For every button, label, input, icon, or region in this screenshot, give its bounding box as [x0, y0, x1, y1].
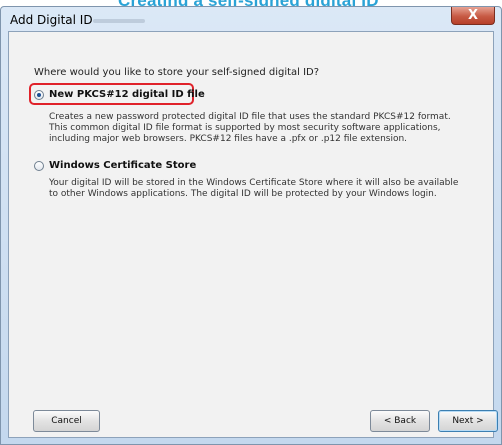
- option-pkcs12-file[interactable]: New PKCS#12 digital ID file: [34, 89, 205, 100]
- pkcs12-description-line: including major web browsers. PKCS#12 fi…: [49, 134, 408, 144]
- windows-store-radio[interactable]: [34, 160, 44, 171]
- windows-store-description-line: to other Windows applications. The digit…: [49, 189, 437, 199]
- add-digital-id-dialog: Add Digital ID X Where would you like to…: [0, 6, 502, 445]
- storage-prompt: Where would you like to store your self-…: [34, 67, 320, 78]
- window-title: Add Digital ID: [10, 13, 93, 27]
- option-windows-certificate-store[interactable]: Windows Certificate Store: [34, 160, 196, 171]
- pkcs12-label[interactable]: New PKCS#12 digital ID file: [49, 89, 205, 100]
- back-button[interactable]: < Back: [370, 410, 430, 432]
- windows-store-description: Your digital ID will be stored in the Wi…: [49, 178, 458, 200]
- next-button[interactable]: Next >: [438, 410, 498, 432]
- cancel-button[interactable]: Cancel: [33, 410, 100, 432]
- dialog-body: Where would you like to store your self-…: [8, 31, 498, 438]
- pkcs12-description: Creates a new password protected digital…: [49, 112, 451, 145]
- content-area: Where would you like to store your self-…: [9, 32, 498, 437]
- obscured-title-text: [93, 19, 145, 23]
- close-icon: X: [467, 8, 479, 23]
- windows-store-description-line: Your digital ID will be stored in the Wi…: [49, 178, 459, 188]
- title-bar[interactable]: Add Digital ID X: [1, 7, 501, 31]
- pkcs12-radio[interactable]: [34, 89, 44, 100]
- pkcs12-description-line: Creates a new password protected digital…: [49, 112, 451, 122]
- close-button[interactable]: X: [451, 7, 495, 25]
- windows-store-label[interactable]: Windows Certificate Store: [49, 160, 196, 171]
- pkcs12-description-line: This common digital ID file format is su…: [49, 123, 441, 133]
